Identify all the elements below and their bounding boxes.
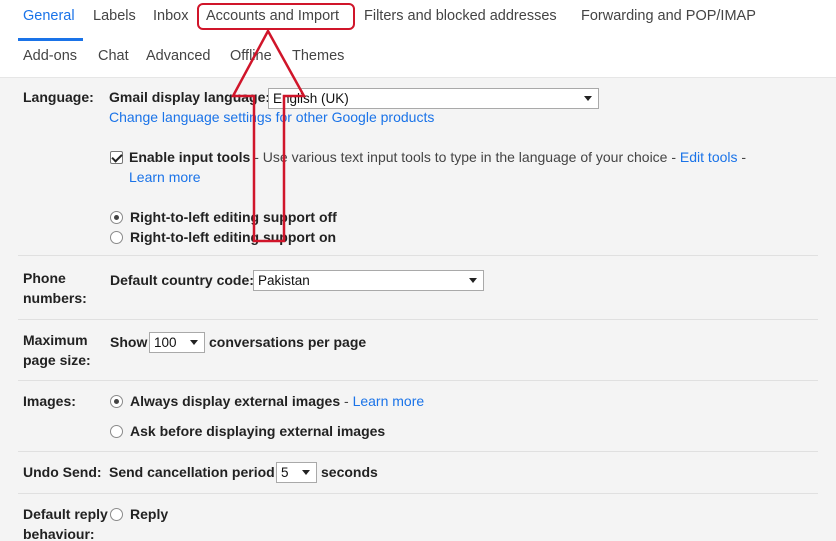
cancellation-period-label: Send cancellation period: [109, 464, 280, 480]
reply-label-line2: behaviour: [23, 526, 95, 541]
display-language-label: Gmail display language: [109, 89, 271, 105]
page-size-value: 100 [154, 335, 177, 350]
chevron-down-icon [584, 96, 592, 101]
chevron-down-icon [302, 470, 310, 475]
language-setting-row: Language: Gmail display language: Englis… [18, 78, 818, 256]
phone-label-line1: Phone [23, 270, 66, 286]
settings-tabs: General Labels Inbox Accounts and Import… [0, 0, 836, 77]
reply-radio[interactable] [110, 508, 123, 521]
tab-general[interactable]: General [23, 8, 75, 24]
rtl-off-radio[interactable] [110, 211, 123, 224]
images-setting-row: Images: Always display external images -… [18, 381, 818, 452]
always-display-images-label: Always display external images [130, 393, 341, 409]
chevron-down-icon [469, 278, 477, 283]
edit-tools-link[interactable]: Edit tools [680, 149, 738, 165]
language-label: Language: [23, 89, 94, 105]
reply-label-line1: Default reply [23, 506, 108, 522]
tab-inbox[interactable]: Inbox [153, 8, 188, 24]
images-learn-more-link[interactable]: Learn more [353, 393, 425, 409]
separator-dash: - [340, 393, 353, 409]
phone-setting-row: Phone numbers: Default country code: Pak… [18, 256, 818, 320]
change-language-link[interactable]: Change language settings for other Googl… [109, 107, 434, 127]
ask-before-images-label: Ask before displaying external images [130, 423, 386, 439]
phone-label-line2: numbers: [23, 290, 87, 306]
cancellation-period-value: 5 [281, 465, 289, 480]
enable-input-tools-checkbox[interactable] [110, 151, 123, 164]
tab-labels[interactable]: Labels [93, 8, 136, 24]
country-code-select[interactable]: Pakistan [253, 270, 484, 291]
chevron-down-icon [190, 340, 198, 345]
always-display-images-radio[interactable] [110, 395, 123, 408]
tab-forwarding-and-pop-imap[interactable]: Forwarding and POP/IMAP [581, 8, 756, 24]
settings-content: Language: Gmail display language: Englis… [0, 77, 836, 541]
undo-send-setting-row: Undo Send: Send cancellation period: 5 s… [18, 452, 818, 494]
tab-themes[interactable]: Themes [292, 48, 344, 64]
ask-before-images-radio[interactable] [110, 425, 123, 438]
tab-filters-and-blocked-addresses[interactable]: Filters and blocked addresses [364, 8, 557, 24]
annotation-highlight-box [197, 3, 355, 30]
page-size-label-line2: page size: [23, 352, 91, 368]
rtl-off-label: Right-to-left editing support off [130, 209, 337, 225]
settings-page: General Labels Inbox Accounts and Import… [0, 0, 836, 541]
tab-add-ons[interactable]: Add-ons [23, 48, 77, 64]
active-tab-indicator [18, 38, 83, 41]
seconds-label: seconds [321, 464, 378, 480]
images-label: Images: [23, 393, 76, 409]
tab-offline[interactable]: Offline [230, 48, 272, 64]
separator-dash: - [737, 149, 747, 165]
input-tools-learn-more-link[interactable]: Learn more [129, 167, 201, 187]
country-code-value: Pakistan [258, 273, 310, 288]
rtl-on-radio[interactable] [110, 231, 123, 244]
display-language-value: English (UK) [273, 91, 349, 106]
tab-advanced[interactable]: Advanced [146, 48, 211, 64]
cancellation-period-select[interactable]: 5 [276, 462, 317, 483]
reply-option-label: Reply [130, 506, 169, 522]
input-tools-line: Enable input tools - Use various text in… [129, 147, 746, 167]
page-size-setting-row: Maximum page size: Show 100 conversation… [18, 320, 818, 381]
default-reply-setting-row: Default reply behaviour: Reply [18, 494, 818, 541]
display-language-select[interactable]: English (UK) [268, 88, 599, 109]
page-size-select[interactable]: 100 [149, 332, 205, 353]
country-code-label: Default country code: [110, 272, 254, 288]
always-display-line: Always display external images - Learn m… [130, 391, 424, 411]
rtl-on-label: Right-to-left editing support on [130, 229, 337, 245]
input-tools-description: - Use various text input tools to type i… [250, 149, 680, 165]
page-size-label-line1: Maximum [23, 332, 88, 348]
undo-send-label: Undo Send: [23, 464, 102, 480]
show-label: Show [110, 334, 148, 350]
page-size-suffix: conversations per page [209, 334, 367, 350]
tab-chat[interactable]: Chat [98, 48, 129, 64]
input-tools-label: Enable input tools [129, 149, 251, 165]
